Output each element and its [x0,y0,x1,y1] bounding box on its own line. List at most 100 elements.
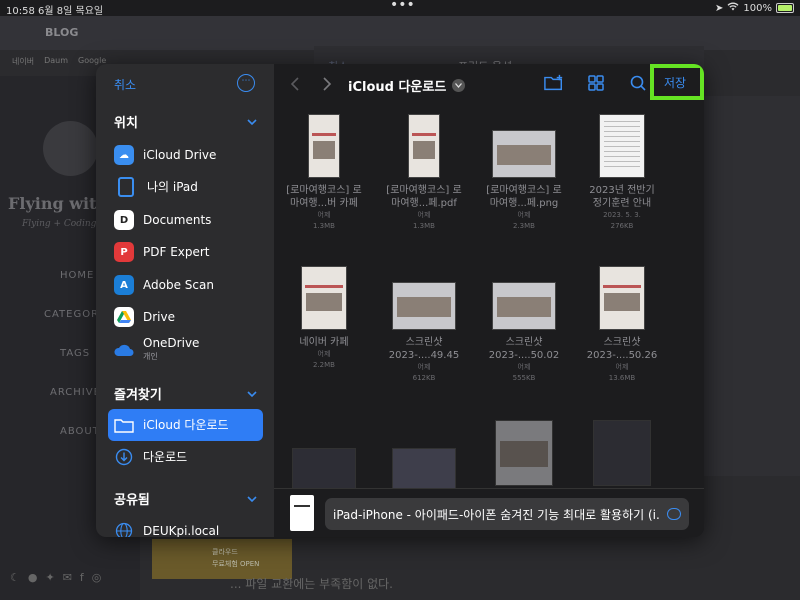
folder-title-text: iCloud 다운로드 [348,80,447,95]
file-item[interactable]: [로마여행코스] 로 마여행...버 카페 어제 1.3MB [276,114,372,232]
filename-bar: iPad-iPhone - 아이패드-아이폰 숨겨진 기능 최대로 활용하기 (… [274,488,704,537]
save-button[interactable]: 저장 [664,74,686,91]
file-extension-toggle-icon[interactable] [667,508,681,520]
file-name-line2: 마여행...페.png [489,198,559,209]
blog-nav-archive: ARCHIVE [50,387,101,398]
download-icon [114,447,134,467]
file-thumbnail [392,282,456,330]
file-thumbnail [593,420,651,486]
location-google-drive[interactable]: Drive [108,302,263,332]
file-item[interactable]: 네이버 카페 어제 2.2MB [276,266,372,371]
dialog-main: iCloud 다운로드 저장 [로마여행코스] 로 마여행...버 카페 어제 … [274,64,704,537]
file-thumbnail [308,114,340,178]
file-size: 1.3MB [413,222,435,230]
favorite-downloads[interactable]: 다운로드 [108,442,263,472]
file-thumbnail [301,266,347,330]
location-documents[interactable]: D Documents [108,205,263,235]
cancel-button[interactable]: 취소 [114,76,136,93]
file-item[interactable]: [로마여행코스] 로 마여행...페.png 어제 2.3MB [476,130,572,232]
file-item[interactable]: 스크린샷 2023-....50.26 어제 13.6MB [574,266,670,384]
file-name-line1: 스크린샷 [603,337,641,348]
location-label: 나의 iPad [147,179,198,194]
grid-view-icon[interactable] [586,74,606,92]
filename-value[interactable]: iPad-iPhone - 아이패드-아이폰 숨겨진 기능 최대로 활용하기 (… [333,506,659,523]
multitasking-dots-icon[interactable]: ••• [390,0,415,13]
forward-chevron-icon[interactable] [322,77,332,95]
mail-icon: ✉ [62,571,72,584]
location-label: OneDrive [143,336,200,350]
file-date: 어제 [517,211,531,219]
blog-nav-tags: TAGS [60,348,91,359]
shared-deukpi-local[interactable]: DEUKpi.local [108,516,263,537]
file-item[interactable] [476,420,572,486]
location-my-ipad[interactable]: 나의 iPad [108,172,263,202]
bookmark-item: 네이버 [12,57,35,66]
file-thumbnail [492,130,556,178]
save-button-highlight: 저장 [650,64,704,100]
twitter-icon: ✦ [45,571,55,584]
file-name-line1: [로마여행코스] 로 [386,185,462,196]
file-item[interactable]: 스크린샷 2023-....49.45 어제 612KB [376,282,472,384]
file-size: 555KB [512,374,536,382]
blog-nav-about: ABOUT [60,426,100,437]
favorite-icloud-downloads[interactable]: iCloud 다운로드 [108,409,263,441]
adobe-scan-icon: A [114,275,134,295]
icloud-icon: ☁ [114,145,134,165]
filename-field[interactable]: iPad-iPhone - 아이패드-아이폰 숨겨진 기능 최대로 활용하기 (… [325,498,689,530]
file-thumbnail [495,420,553,486]
file-name-line2: 2023-....49.45 [388,350,460,361]
location-adobe-scan[interactable]: A Adobe Scan [108,270,263,300]
chevron-down-icon[interactable] [452,79,466,92]
file-size: 612KB [412,374,436,382]
file-date: 어제 [417,211,431,219]
file-date: 어제 [417,363,431,371]
location-label: Drive [143,309,175,324]
folder-icon [114,415,134,435]
folder-title[interactable]: iCloud 다운로드 [348,76,466,95]
search-icon[interactable] [629,74,649,92]
section-header-shared[interactable]: 공유됨 [114,489,150,508]
chevron-down-icon[interactable] [247,389,257,399]
ipad-icon [118,177,134,197]
file-item[interactable]: [로마여행코스] 로 마여행...페.pdf 어제 1.3MB [376,114,472,232]
file-item[interactable]: 스크린샷 2023-....50.02 어제 555KB [476,282,572,384]
file-name-line1: [로마여행코스] 로 [486,185,562,196]
file-thumbnail [408,114,440,178]
file-name-line2: 마여행...페.pdf [391,198,457,209]
more-options-icon[interactable]: ⋯ [237,74,255,92]
location-pdf-expert[interactable]: P PDF Expert [108,237,263,267]
location-icloud-drive[interactable]: ☁ iCloud Drive [108,140,263,170]
instagram-icon: ◎ [91,571,102,584]
location-onedrive[interactable]: OneDrive 개인 [108,335,263,365]
file-name-line1: 스크린샷 [505,337,543,348]
file-date: 어제 [517,363,531,371]
new-folder-icon[interactable] [544,74,564,92]
chevron-down-icon[interactable] [247,494,257,504]
file-item[interactable]: 2023년 전반기 정기훈련 안내 2023. 5. 3. 276KB [574,114,670,232]
social-icons: ☾ ● ✦ ✉ f ◎ [10,571,101,584]
onedrive-icon [114,340,134,360]
file-thumbnail [599,114,645,178]
section-header-favorites[interactable]: 즐겨찾기 [114,384,162,403]
chevron-down-icon[interactable] [247,117,257,127]
file-name-line1: 네이버 카페 [299,337,349,348]
section-header-locations[interactable]: 위치 [114,112,138,131]
wifi-icon [727,2,739,14]
banner-line1: 클라우드 [212,548,238,556]
status-right: ➤ 100% [715,2,794,14]
moon-icon: ☾ [10,571,20,584]
file-date: 어제 [317,350,331,358]
print-panel-behind [704,96,800,476]
ad-banner: 클라우드 무료체험 OPEN [152,539,292,579]
file-item[interactable] [574,420,670,486]
file-thumbnail [492,282,556,330]
shared-label: DEUKpi.local [143,523,220,537]
back-chevron-icon[interactable] [290,77,300,95]
file-date: 어제 [615,363,629,371]
save-file-dialog: 취소 ⋯ 위치 ☁ iCloud Drive 나의 iPad D Documen… [96,64,704,537]
location-icon: ➤ [715,2,724,14]
favorite-label: iCloud 다운로드 [143,417,229,432]
file-date: 2023. 5. 3. [603,211,641,219]
facebook-icon: f [79,571,84,584]
banner-line2: 무료체험 OPEN [212,560,260,568]
